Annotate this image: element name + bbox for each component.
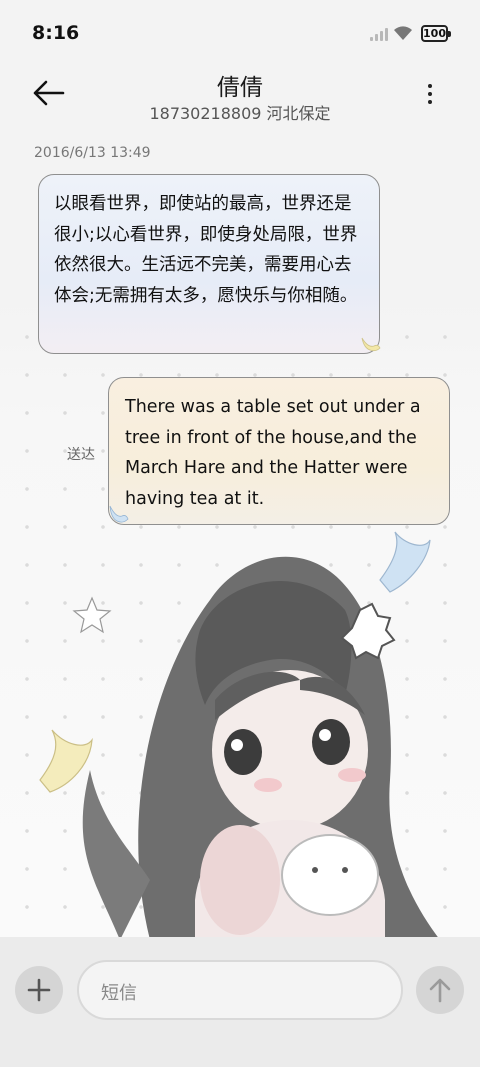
conversation-header: 倩倩 18730218809 河北保定 [0, 64, 480, 134]
more-vertical-icon[interactable] [418, 78, 442, 108]
status-bar: 8:16 100 [0, 0, 480, 64]
outgoing-message[interactable]: There was a table set out under a tree i… [108, 377, 450, 525]
message-input-placeholder: 短信 [101, 983, 137, 1004]
delivery-status: 送达 [67, 447, 95, 463]
send-arrow-icon[interactable] [416, 966, 464, 1014]
contact-name: 倩倩 [217, 75, 263, 101]
plus-icon[interactable] [15, 966, 63, 1014]
message-input[interactable]: 短信 [77, 960, 403, 1020]
message-timestamp: 2016/6/13 13:49 [34, 145, 151, 161]
wallpaper-illustration [39, 531, 441, 940]
contact-info: 18730218809 河北保定 [149, 104, 331, 123]
wifi-icon [394, 26, 412, 40]
incoming-message[interactable]: 以眼看世界，即使站的最高，世界还是很小;以心看世界，即使身处局限，世界依然很大。… [38, 174, 380, 354]
signal-icon [370, 27, 388, 41]
status-time: 8:16 [32, 22, 80, 44]
battery-icon: 100 [421, 25, 451, 42]
bird-decoration-icon [361, 337, 381, 352]
